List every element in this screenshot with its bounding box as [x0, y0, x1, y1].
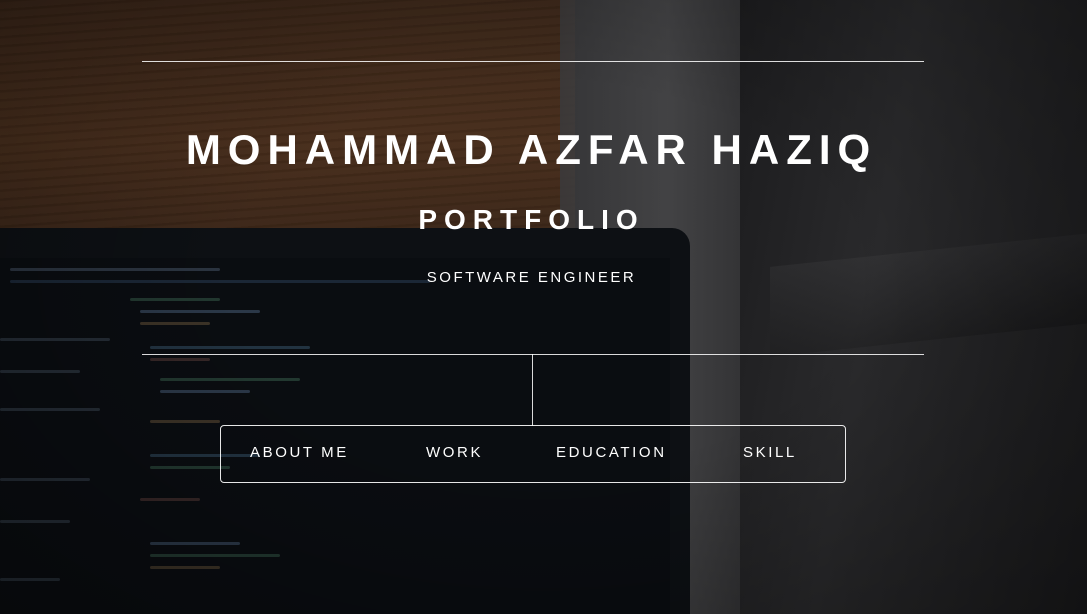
hero-section: MOHAMMAD AZFAR HAZIQ PORTFOLIO SOFTWARE …: [0, 0, 1087, 614]
nav-link-skill[interactable]: SKILL: [743, 444, 797, 461]
main-nav: ABOUT ME WORK EDUCATION SKILL: [220, 425, 846, 483]
page-subtitle: PORTFOLIO: [418, 204, 645, 235]
background-overlay: [0, 0, 1087, 614]
nav-link-about-me[interactable]: ABOUT ME: [250, 444, 349, 461]
vertical-connector: [532, 354, 533, 426]
middle-divider: [142, 354, 924, 355]
job-title: SOFTWARE ENGINEER: [426, 269, 637, 286]
top-divider: [142, 61, 924, 62]
nav-link-education[interactable]: EDUCATION: [556, 444, 667, 461]
nav-link-work[interactable]: WORK: [426, 444, 483, 461]
page-title: MOHAMMAD AZFAR HAZIQ: [185, 126, 878, 173]
